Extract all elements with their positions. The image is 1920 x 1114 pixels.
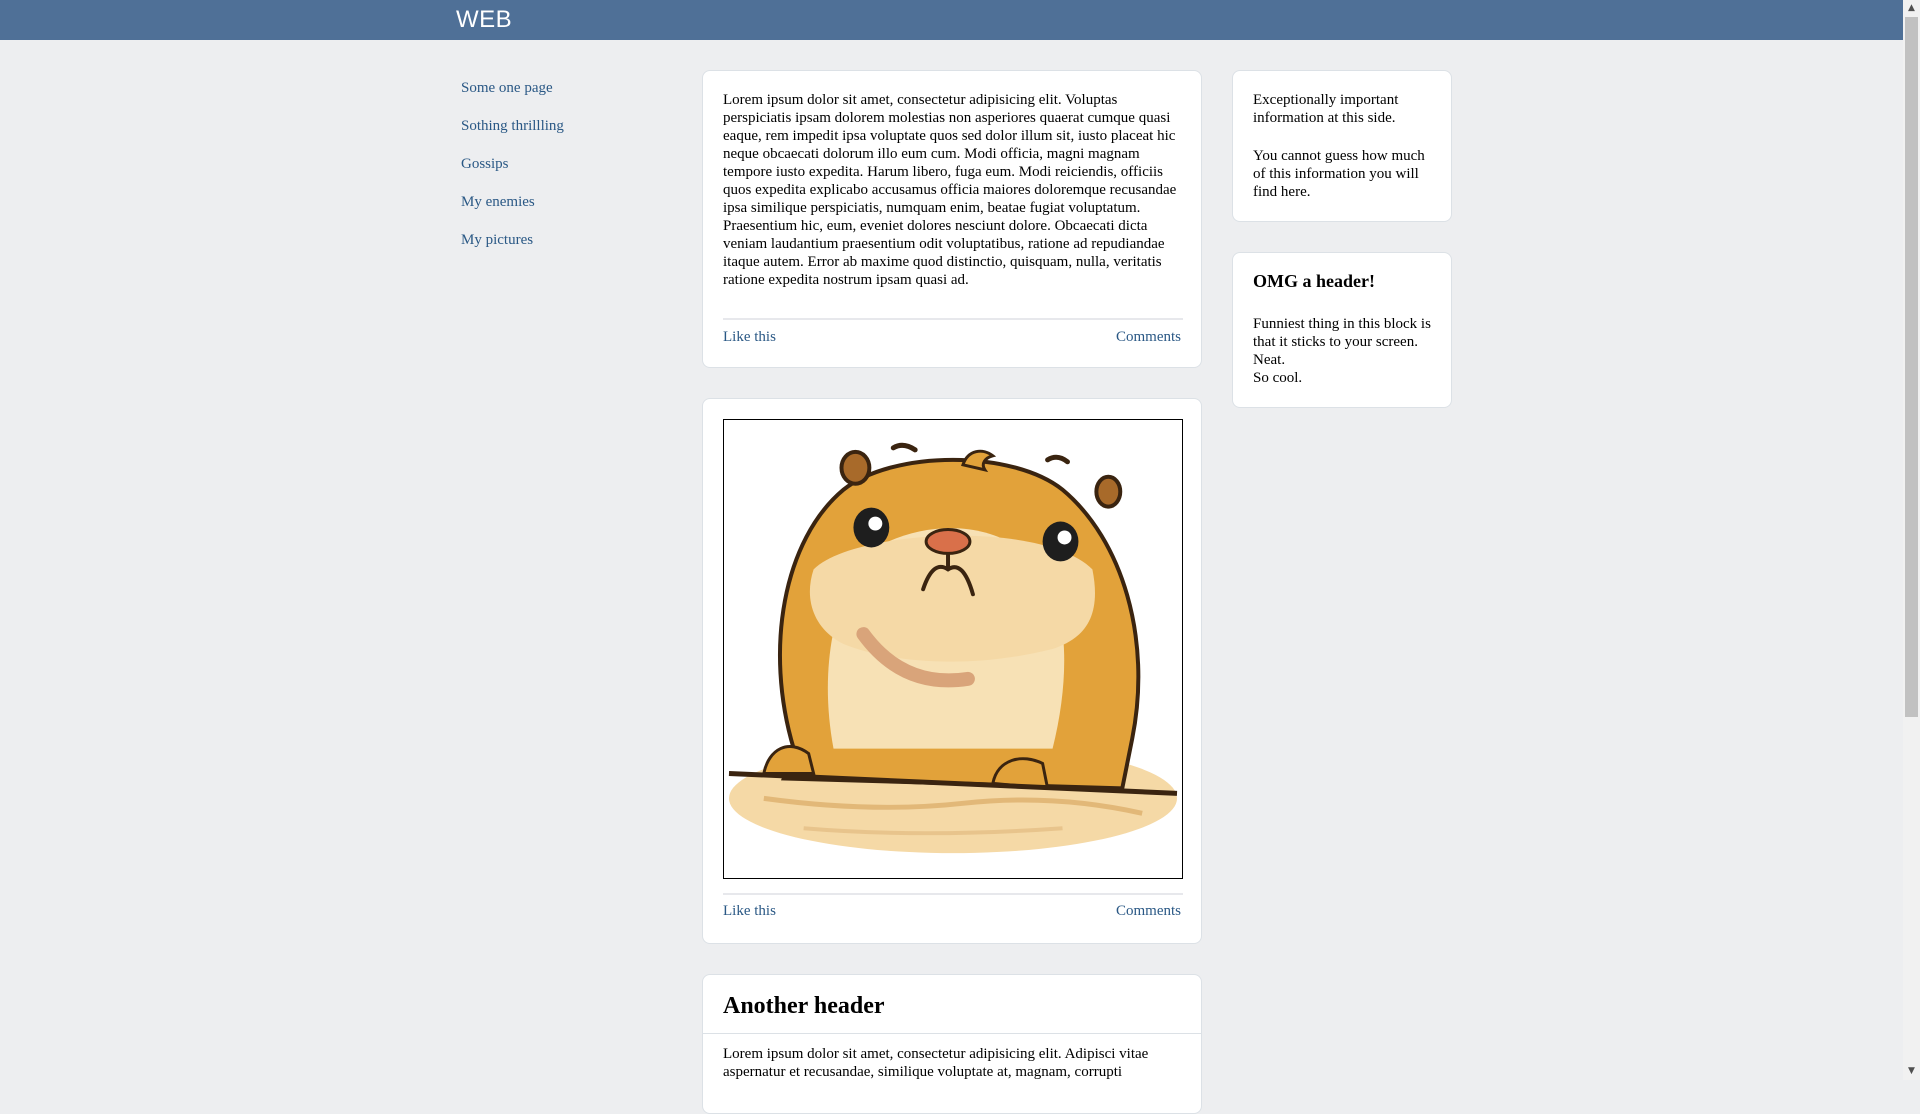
info-header: OMG a header! [1253, 271, 1375, 291]
scroll-down-arrow-icon[interactable]: ▼ [1903, 1063, 1920, 1080]
sidebar-item-gossips[interactable]: Gossips [461, 152, 661, 190]
top-bar: WEB [0, 0, 1903, 40]
scrollbar-thumb[interactable] [1905, 17, 1918, 717]
sticky-info-block: OMG a header! Funniest thing in this blo… [1232, 252, 1452, 408]
post-text: Lorem ipsum dolor sit amet, consectetur … [723, 1046, 1149, 1080]
page-scrollbar[interactable]: ▲ ▼ [1903, 0, 1920, 1080]
sidebar-item-some-one-page[interactable]: Some one page [461, 76, 661, 114]
comments-button[interactable]: Comments [1116, 329, 1181, 346]
sidebar-item-my-enemies[interactable]: My enemies [461, 190, 661, 228]
like-button[interactable]: Like this [723, 329, 776, 346]
post-card-image: Like this Comments [702, 398, 1202, 944]
info-text: Funniest thing in this block is that it … [1253, 316, 1431, 368]
header-divider [703, 1033, 1201, 1034]
post-card-header: Another header Lorem ipsum dolor sit ame… [702, 974, 1202, 1114]
info-text: Exceptionally important information at t… [1253, 92, 1399, 126]
comments-button[interactable]: Comments [1116, 903, 1181, 920]
post-text: Lorem ipsum dolor sit amet, consectetur … [723, 92, 1177, 288]
post-header: Another header [723, 993, 885, 1019]
info-text: So cool. [1253, 370, 1303, 386]
post-divider [723, 318, 1183, 320]
sidebar-item-my-pictures[interactable]: My pictures [461, 228, 661, 266]
sidebar-item-sothing-thrillling[interactable]: Sothing thrillling [461, 114, 661, 152]
scroll-up-arrow-icon[interactable]: ▲ [1903, 0, 1920, 17]
sidebar-nav: Some one page Sothing thrillling Gossips… [461, 76, 661, 266]
post-card-text: Lorem ipsum dolor sit amet, consectetur … [702, 70, 1202, 368]
site-logo[interactable]: WEB [456, 6, 512, 34]
post-image[interactable] [723, 419, 1183, 879]
info-text: You cannot guess how much of this inform… [1253, 148, 1425, 200]
post-divider [723, 893, 1183, 895]
hamster-icon [728, 442, 1178, 854]
like-button[interactable]: Like this [723, 903, 776, 920]
info-block: Exceptionally important information at t… [1232, 70, 1452, 222]
